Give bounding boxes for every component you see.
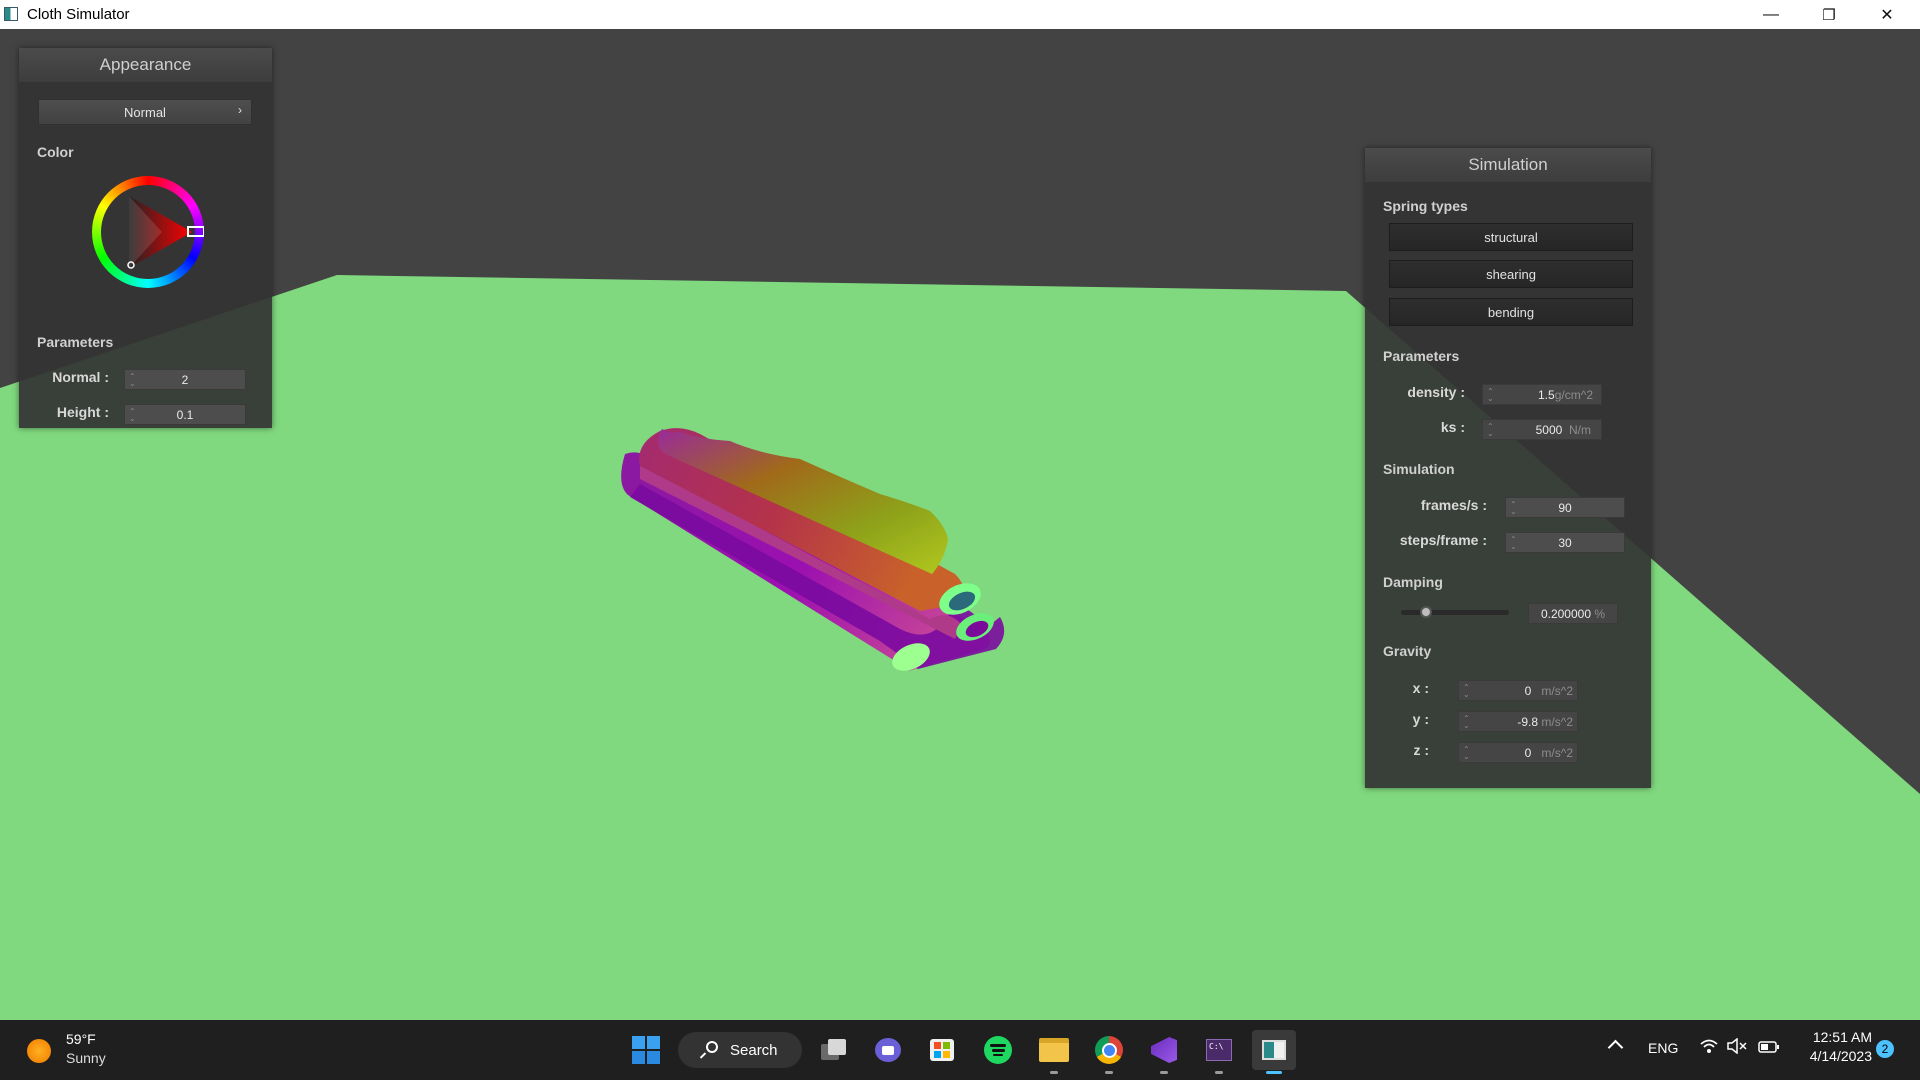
color-triangle[interactable] [92,176,204,288]
3d-viewport[interactable]: Appearance Normal › Color Parameters Nor… [0,29,1920,1020]
height-scale-value: 0.1 [176,407,194,422]
gravity-z-input[interactable]: ⌃ ⌄ 0 m/s^2 [1458,742,1578,763]
clock-time: 12:51 AM [1812,1029,1872,1045]
density-input[interactable]: ⌃ ⌄ 1.5g/cm^2 [1482,384,1602,405]
volume-muted-icon[interactable] [1727,1037,1747,1055]
terminal-icon[interactable]: C:\ [1199,1030,1239,1074]
density-value: 1.5 [1538,387,1555,402]
damping-value-box[interactable]: 0.200000 % [1528,603,1618,624]
window-title: Cloth Simulator [27,6,130,23]
minimize-button[interactable]: — [1742,0,1800,29]
height-label: Height : [56,404,109,420]
weather-condition: Sunny [66,1050,106,1066]
color-wheel[interactable] [92,176,204,288]
clock-date: 4/14/2023 [1809,1048,1872,1064]
fps-label: frames/s : [1420,497,1487,513]
gravity-y-input[interactable]: ⌃ ⌄ -9.8 m/s^2 [1458,711,1578,732]
shading-mode-dropdown[interactable]: Normal › [38,99,252,125]
weather-widget[interactable]: 59°F Sunny [24,1030,134,1070]
language-indicator[interactable]: ENG [1648,1040,1678,1056]
cloth-simulator-taskbar-icon[interactable] [1252,1030,1296,1074]
damping-slider-handle[interactable] [1420,606,1433,618]
search-label: Search [730,1042,778,1059]
gravity-y-value: -9.8 [1517,714,1539,729]
normal-label: Normal : [52,369,109,385]
file-explorer-icon[interactable] [1034,1030,1074,1074]
damping-unit: % [1594,606,1606,621]
chrome-icon[interactable] [1089,1030,1129,1074]
task-view-icon[interactable] [814,1030,854,1070]
density-label: density : [1407,384,1465,400]
battery-icon[interactable] [1758,1040,1780,1053]
search-icon-handle [699,1052,707,1059]
search-button[interactable]: Search [678,1032,802,1068]
damping-label: Damping [1383,574,1443,590]
chevron-right-icon: › [238,103,242,117]
ks-unit: N/m [1569,422,1591,437]
spring-types-label: Spring types [1383,198,1468,214]
gravity-x-input[interactable]: ⌃ ⌄ 0 m/s^2 [1458,680,1578,701]
tray-overflow-chevron-icon[interactable] [1607,1038,1624,1056]
spotify-icon[interactable] [978,1030,1018,1070]
sun-icon [27,1039,51,1063]
gravity-x-label: x : [1412,680,1429,696]
steps-value: 30 [1558,535,1572,550]
ks-label: ks : [1440,419,1465,435]
gravity-unit: m/s^2 [1541,714,1573,729]
simulation-panel: Simulation Spring types structural shear… [1365,148,1651,788]
restore-button[interactable]: ❐ [1800,0,1858,29]
gravity-z-value: 0 [1524,745,1532,760]
color-section-label: Color [37,144,74,160]
appearance-params-label: Parameters [37,334,114,350]
notification-count: 2 [1881,1042,1889,1056]
normal-strength-input[interactable]: ⌃ ⌄ 2 [124,369,246,390]
store-icon[interactable] [922,1030,962,1070]
fps-input[interactable]: ⌃ ⌄ 90 [1505,497,1625,518]
shading-mode-value: Normal [124,104,166,120]
title-bar: Cloth Simulator — ❐ ✕ [0,0,1920,29]
steps-input[interactable]: ⌃ ⌄ 30 [1505,532,1625,553]
close-button[interactable]: ✕ [1858,0,1916,29]
teams-chat-icon[interactable] [868,1030,908,1070]
taskbar: 59°F Sunny Search C:\ ENG 12:51 AM 4/14/… [0,1020,1920,1080]
ks-value: 5000 [1535,422,1563,437]
gravity-unit: m/s^2 [1541,745,1573,760]
clock[interactable]: 12:51 AM 4/14/2023 [1792,1029,1872,1064]
app-icon [4,7,18,21]
fps-value: 90 [1558,500,1572,515]
normal-strength-value: 2 [181,372,189,387]
structural-spring-button[interactable]: structural [1389,223,1633,251]
gravity-x-value: 0 [1524,683,1532,698]
notification-badge[interactable]: 2 [1876,1040,1894,1058]
gravity-unit: m/s^2 [1541,683,1573,698]
simulation-panel-title: Simulation [1365,148,1651,182]
simulation-params-label: Parameters [1383,348,1460,364]
ks-input[interactable]: ⌃ ⌄ 5000 N/m [1482,419,1602,440]
start-icon[interactable] [626,1030,666,1070]
gravity-label: Gravity [1383,643,1432,659]
search-icon [706,1041,718,1053]
simulation-section-label: Simulation [1383,461,1455,477]
damping-slider[interactable] [1401,606,1509,618]
appearance-panel-title: Appearance [19,48,272,82]
steps-label: steps/frame : [1399,532,1487,548]
damping-value: 0.200000 [1540,606,1592,621]
bending-spring-button[interactable]: bending [1389,298,1633,326]
visual-studio-icon[interactable] [1144,1030,1184,1074]
wifi-icon[interactable] [1700,1038,1718,1056]
weather-temp: 59°F [66,1031,96,1047]
gravity-z-label: z : [1413,742,1429,758]
height-scale-input[interactable]: ⌃ ⌄ 0.1 [124,404,246,425]
gravity-y-label: y : [1412,711,1429,727]
density-unit: g/cm^2 [1554,387,1593,402]
appearance-panel: Appearance Normal › Color Parameters Nor… [19,48,272,428]
shearing-spring-button[interactable]: shearing [1389,260,1633,288]
